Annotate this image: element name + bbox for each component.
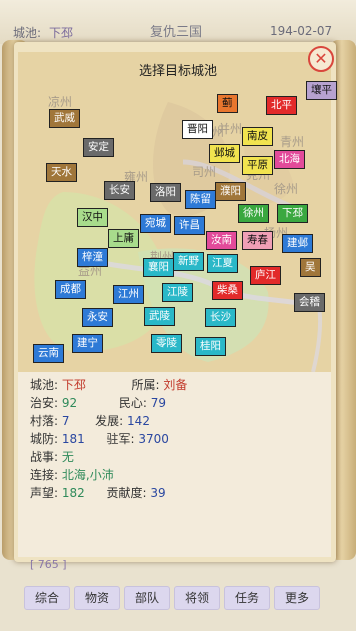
info-defense-label: 城防: [30, 432, 59, 446]
dialog-title: 选择目标城池 [138, 64, 217, 79]
tab-general[interactable]: 综合 [24, 586, 70, 610]
city-marker[interactable]: 江陵 [162, 283, 193, 302]
city-marker[interactable]: 许昌 [174, 216, 205, 235]
info-morale-label: 民心: [118, 396, 147, 410]
city-marker[interactable]: 安定 [83, 138, 114, 157]
game-title: 复仇三国 [150, 25, 203, 40]
info-fame-label: 声望: [30, 486, 59, 500]
city-marker[interactable]: 新野 [173, 252, 204, 271]
city-marker[interactable]: 梓潼 [77, 248, 108, 267]
current-city-value: 下邳 [49, 26, 74, 40]
info-develop-label: 发展: [95, 414, 124, 428]
city-marker[interactable]: 永安 [82, 308, 113, 327]
city-marker[interactable]: 南皮 [242, 127, 273, 146]
bottom-counter: [ 765 ] [30, 558, 67, 571]
region-bing: 并州 [218, 122, 243, 136]
city-marker[interactable]: 陈留 [185, 190, 216, 209]
city-marker[interactable]: 武陵 [144, 307, 175, 326]
city-marker[interactable]: 宛城 [140, 214, 171, 233]
info-fame-value: 182 [61, 486, 85, 500]
info-city-value: 下邳 [61, 378, 86, 392]
city-marker[interactable]: 北海 [274, 150, 305, 169]
info-contrib-value: 39 [150, 486, 166, 500]
info-troops-label: 驻军: [106, 432, 135, 446]
tab-tasks[interactable]: 任务 [224, 586, 270, 610]
city-marker[interactable]: 庐江 [250, 266, 281, 285]
city-marker[interactable]: 晋阳 [182, 120, 213, 139]
region-liang: 凉州 [48, 95, 73, 109]
info-war-label: 战事: [30, 450, 59, 464]
tab-generals[interactable]: 将领 [174, 586, 220, 610]
city-marker[interactable]: 北平 [266, 96, 297, 115]
tab-more[interactable]: 更多 [274, 586, 320, 610]
city-marker[interactable]: 襄阳 [143, 258, 174, 277]
info-village-label: 村落: [30, 414, 59, 428]
city-marker[interactable]: 下邳 [277, 204, 308, 223]
info-troops-value: 3700 [138, 432, 169, 446]
city-marker[interactable]: 蓟 [217, 94, 238, 113]
city-marker[interactable]: 濮阳 [215, 182, 246, 201]
bottom-tab-bar: 综合 物资 部队 将领 任务 更多 [0, 582, 356, 612]
tab-troops[interactable]: 部队 [124, 586, 170, 610]
city-marker[interactable]: 洛阳 [150, 183, 181, 202]
region-xu: 徐州 [274, 182, 299, 196]
city-marker[interactable]: 汉中 [77, 208, 108, 227]
city-info-panel: 城池: 下邳 所属: 刘备 治安: 92 民心: 79 村落: 7 发展: 14… [18, 372, 331, 557]
info-defense-value: 181 [61, 432, 85, 446]
city-marker[interactable]: 云南 [33, 344, 64, 363]
city-marker[interactable]: 江州 [113, 285, 144, 304]
info-security-label: 治安: [30, 396, 59, 410]
city-marker[interactable]: 江夏 [207, 254, 238, 273]
city-marker[interactable]: 壤平 [306, 81, 337, 100]
city-marker[interactable]: 桂阳 [195, 337, 226, 356]
city-marker[interactable]: 建邺 [282, 234, 313, 253]
current-city-label: 城池: [13, 26, 42, 40]
city-marker[interactable]: 天水 [46, 163, 77, 182]
close-icon: ✕ [314, 49, 328, 68]
city-marker[interactable]: 平原 [242, 156, 273, 175]
info-morale-value: 79 [150, 396, 166, 410]
info-links-label: 连接: [30, 468, 59, 482]
info-village-value: 7 [61, 414, 70, 428]
city-marker[interactable]: 邺城 [209, 144, 240, 163]
info-owner-label: 所属: [131, 378, 160, 392]
city-marker[interactable]: 柴桑 [212, 281, 243, 300]
region-qing: 青州 [280, 135, 305, 149]
info-war-value: 无 [61, 450, 74, 464]
info-links-value: 北海,小沛 [61, 468, 114, 482]
city-marker[interactable]: 武威 [49, 109, 80, 128]
info-city-label: 城池: [30, 378, 59, 392]
city-marker[interactable]: 吴 [300, 258, 321, 277]
game-date: 194-02-07 [270, 24, 333, 38]
city-marker[interactable]: 汝南 [206, 231, 237, 250]
info-contrib-label: 贡献度: [106, 486, 147, 500]
city-marker[interactable]: 寿春 [242, 231, 273, 250]
region-si: 司州 [192, 165, 217, 179]
city-marker[interactable]: 长安 [104, 181, 135, 200]
info-security-value: 92 [61, 396, 78, 410]
city-marker[interactable]: 建宁 [72, 334, 103, 353]
city-marker[interactable]: 会稽 [294, 293, 325, 312]
close-button[interactable]: ✕ [308, 46, 334, 72]
city-marker[interactable]: 长沙 [205, 308, 236, 327]
info-develop-value: 142 [127, 414, 150, 428]
top-bar: 城池: 下邳 复仇三国 194-02-07 [0, 0, 356, 44]
tab-supplies[interactable]: 物资 [74, 586, 120, 610]
info-owner-value: 刘备 [163, 378, 188, 392]
city-marker[interactable]: 零陵 [151, 334, 182, 353]
city-marker[interactable]: 上庸 [108, 229, 139, 248]
city-marker[interactable]: 徐州 [238, 204, 269, 223]
city-marker[interactable]: 成都 [55, 280, 86, 299]
